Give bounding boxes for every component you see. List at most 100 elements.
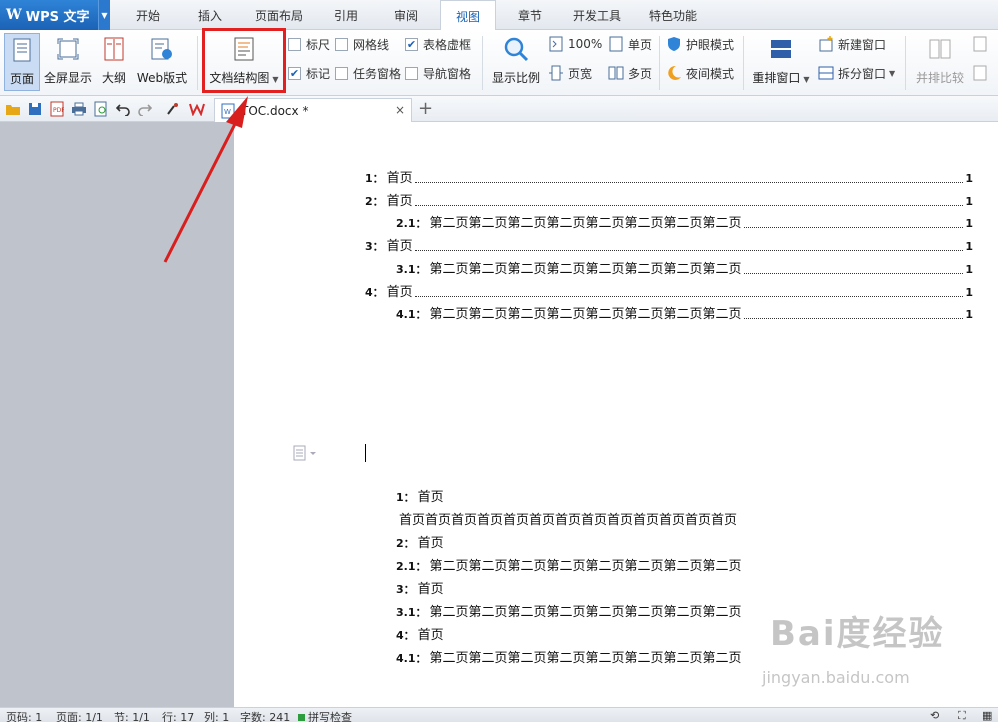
wps-w-icon[interactable]: [188, 100, 206, 118]
body-heading[interactable]: 3.1： 第二页第二页第二页第二页第二页第二页第二页第二页: [396, 604, 742, 622]
status-line: 行: 17: [162, 711, 195, 722]
fullscreen-icon: [55, 35, 81, 63]
tab-insert[interactable]: 插入: [186, 0, 234, 30]
arrange-windows-button[interactable]: 重排窗口 ▼: [750, 33, 812, 91]
layout-toggle-icon[interactable]: ▦: [982, 709, 992, 722]
fullscreen-button[interactable]: 全屏显示: [42, 33, 94, 91]
fullscreen-toggle-icon[interactable]: ⛶: [958, 709, 966, 722]
close-icon[interactable]: ×: [395, 103, 405, 117]
tab-view[interactable]: 视图: [440, 0, 496, 31]
gridlines-checkbox[interactable]: 网格线: [335, 35, 389, 53]
format-painter-icon[interactable]: [164, 100, 182, 118]
task-pane-checkbox[interactable]: 任务窗格: [335, 64, 401, 82]
page-width-button[interactable]: 页宽: [548, 63, 592, 83]
night-mode-button[interactable]: 夜间模式: [666, 63, 734, 83]
new-window-icon: [818, 36, 834, 52]
paragraph-options-icon[interactable]: [293, 445, 319, 461]
zoom-100-icon: [548, 36, 564, 52]
table-gridlines-checkbox[interactable]: ✔ 表格虚框: [405, 35, 471, 53]
print-icon[interactable]: [70, 100, 88, 118]
svg-text:PDF: PDF: [53, 107, 64, 114]
quick-access-bar: PDF W TOC.docx * × +: [0, 96, 998, 122]
body-heading[interactable]: 3： 首页: [396, 581, 444, 599]
toc-entry[interactable]: 4： 首页 1: [365, 284, 973, 302]
tab-references[interactable]: 引用: [322, 0, 370, 30]
status-bar: 页码: 1 页面: 1/1 节: 1/1 行: 17 列: 1 字数: 241 …: [0, 707, 998, 722]
undo-icon[interactable]: [114, 100, 132, 118]
nav-pane-checkbox[interactable]: 导航窗格: [405, 64, 471, 82]
document-tab[interactable]: W TOC.docx * ×: [214, 98, 412, 122]
ribbon-separator: [905, 36, 906, 90]
tab-developer[interactable]: 开发工具: [562, 0, 632, 30]
page-view-label: 页面: [9, 72, 34, 86]
new-window-button[interactable]: 新建窗口: [818, 34, 886, 54]
dot-leader: [743, 306, 964, 319]
checkbox-icon[interactable]: [405, 66, 418, 80]
export-pdf-icon[interactable]: PDF: [48, 100, 66, 118]
open-folder-icon[interactable]: [4, 100, 22, 118]
side-by-side-button[interactable]: 并排比较: [913, 33, 967, 91]
status-section: 节: 1/1: [114, 711, 150, 722]
new-tab-button[interactable]: +: [418, 98, 433, 120]
spell-check-icon: [298, 714, 305, 721]
toc-entry[interactable]: 4.1： 第二页第二页第二页第二页第二页第二页第二页第二页 1: [396, 306, 973, 324]
document-file-icon: W: [221, 103, 237, 119]
annotation-highlight-box: [202, 28, 286, 93]
body-heading[interactable]: 2： 首页: [396, 535, 444, 553]
zoom-button[interactable]: 显示比例: [489, 33, 543, 91]
moon-icon: [666, 65, 682, 81]
toc-entry[interactable]: 2.1： 第二页第二页第二页第二页第二页第二页第二页第二页 1: [396, 215, 973, 233]
page-view-button[interactable]: 页面: [4, 33, 40, 91]
tab-home[interactable]: 开始: [124, 0, 172, 30]
tab-review[interactable]: 审阅: [382, 0, 430, 30]
one-page-button[interactable]: 单页: [608, 34, 652, 54]
body-heading[interactable]: 2.1： 第二页第二页第二页第二页第二页第二页第二页第二页: [396, 558, 742, 576]
toc-entry[interactable]: 3： 首页 1: [365, 238, 973, 256]
toc-entry[interactable]: 3.1： 第二页第二页第二页第二页第二页第二页第二页第二页 1: [396, 261, 973, 279]
sync-scroll-button[interactable]: [972, 34, 992, 54]
page-width-icon: [548, 65, 564, 81]
app-menu-button[interactable]: W WPS 文字 ▼: [0, 0, 110, 30]
marks-checkbox[interactable]: ✔ 标记: [288, 64, 330, 82]
reset-position-button[interactable]: [972, 63, 992, 83]
chevron-down-icon: ▼: [803, 75, 810, 84]
body-heading[interactable]: 4： 首页: [396, 627, 444, 645]
status-pages: 页面: 1/1: [56, 711, 103, 722]
arrange-windows-label: 重排窗口 ▼: [752, 71, 810, 85]
checkbox-checked-icon[interactable]: ✔: [288, 66, 301, 80]
redo-icon[interactable]: [136, 100, 154, 118]
body-heading[interactable]: 4.1： 第二页第二页第二页第二页第二页第二页第二页第二页: [396, 650, 742, 668]
toc-entry[interactable]: 1： 首页 1: [365, 170, 973, 188]
save-icon[interactable]: [26, 100, 44, 118]
history-icon[interactable]: ⟲: [930, 709, 939, 722]
dot-leader: [414, 284, 964, 297]
chevron-down-icon[interactable]: ▼: [889, 69, 895, 78]
body-paragraph[interactable]: 首页首页首页首页首页首页首页首页首页首页首页首页首页: [396, 512, 737, 530]
eye-care-button[interactable]: 护眼模式: [666, 34, 734, 54]
magnifier-icon: [503, 35, 529, 63]
web-layout-button[interactable]: Web版式: [134, 33, 190, 91]
status-column: 列: 1: [204, 711, 230, 722]
print-preview-icon[interactable]: [92, 100, 110, 118]
dot-leader: [743, 215, 964, 228]
spell-check-toggle[interactable]: 拼写检查: [298, 709, 352, 722]
toc-entry[interactable]: 2： 首页 1: [365, 193, 973, 211]
tab-chapter[interactable]: 章节: [506, 0, 554, 30]
checkbox-icon[interactable]: [288, 37, 301, 51]
tab-special[interactable]: 特色功能: [638, 0, 708, 30]
chevron-down-icon[interactable]: ▼: [98, 0, 110, 30]
dot-leader: [414, 238, 964, 251]
multi-page-button[interactable]: 多页: [608, 63, 652, 83]
checkbox-icon[interactable]: [335, 37, 348, 51]
single-page-icon: [608, 36, 624, 52]
checkbox-checked-icon[interactable]: ✔: [405, 37, 418, 51]
ruler-checkbox[interactable]: 标尺: [288, 35, 330, 53]
checkbox-icon[interactable]: [335, 66, 348, 80]
body-heading[interactable]: 1： 首页: [396, 489, 444, 507]
outline-button[interactable]: 大纲: [98, 33, 130, 91]
shield-icon: [666, 36, 682, 52]
page-icon: [9, 36, 35, 64]
tab-page-layout[interactable]: 页面布局: [244, 0, 314, 30]
zoom-100-button[interactable]: 100%: [548, 34, 602, 54]
split-window-button[interactable]: 拆分窗口 ▼: [818, 63, 895, 83]
